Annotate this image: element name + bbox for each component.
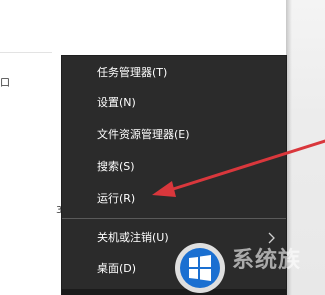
menu-item-label: 任务管理器(T) [97,66,168,79]
menu-item-run[interactable]: 运行(R) [62,184,286,214]
menu-item-label: 设置(N) [97,96,136,109]
menu-item-label: 桌面(D) [97,262,137,275]
menu-item-settings[interactable]: 设置(N) [62,88,286,118]
menu-shadow [286,0,292,295]
background-document-panel: 口 3 [0,0,62,295]
menu-item-file-explorer[interactable]: 文件资源管理器(E) [62,120,286,150]
menu-item-search[interactable]: 搜索(S) [62,152,286,182]
menu-item-desktop[interactable]: 桌面(D) [62,254,286,284]
menu-separator [62,218,286,219]
taskbar-strip [62,289,286,295]
menu-item-label: 文件资源管理器(E) [97,128,190,141]
menu-item-task-manager[interactable]: 任务管理器(T) [62,58,286,88]
power-user-context-menu: 任务管理器(T) 设置(N) 文件资源管理器(E) 搜索(S) 运行(R) 关机… [62,56,286,295]
menu-item-label: 关机或注销(U) [97,231,169,244]
menu-item-label: 运行(R) [97,192,136,205]
chevron-right-icon [267,223,277,253]
divider-line [0,52,52,53]
menu-item-shutdown-or-sign-out[interactable]: 关机或注销(U) [62,223,286,253]
background-glyph: 口 [0,78,10,89]
menu-item-label: 搜索(S) [97,160,135,173]
